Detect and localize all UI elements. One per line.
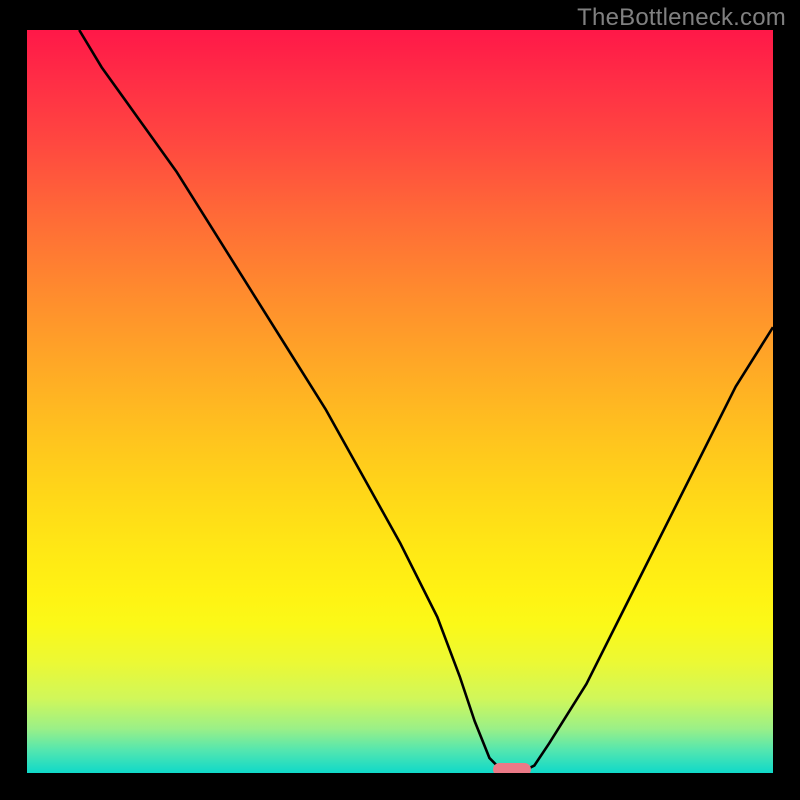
watermark-text: TheBottleneck.com <box>577 4 786 32</box>
plot-area <box>27 30 773 773</box>
chart-frame: TheBottleneck.com <box>0 0 800 800</box>
bottleneck-curve <box>27 30 773 773</box>
optimum-marker <box>493 763 531 773</box>
